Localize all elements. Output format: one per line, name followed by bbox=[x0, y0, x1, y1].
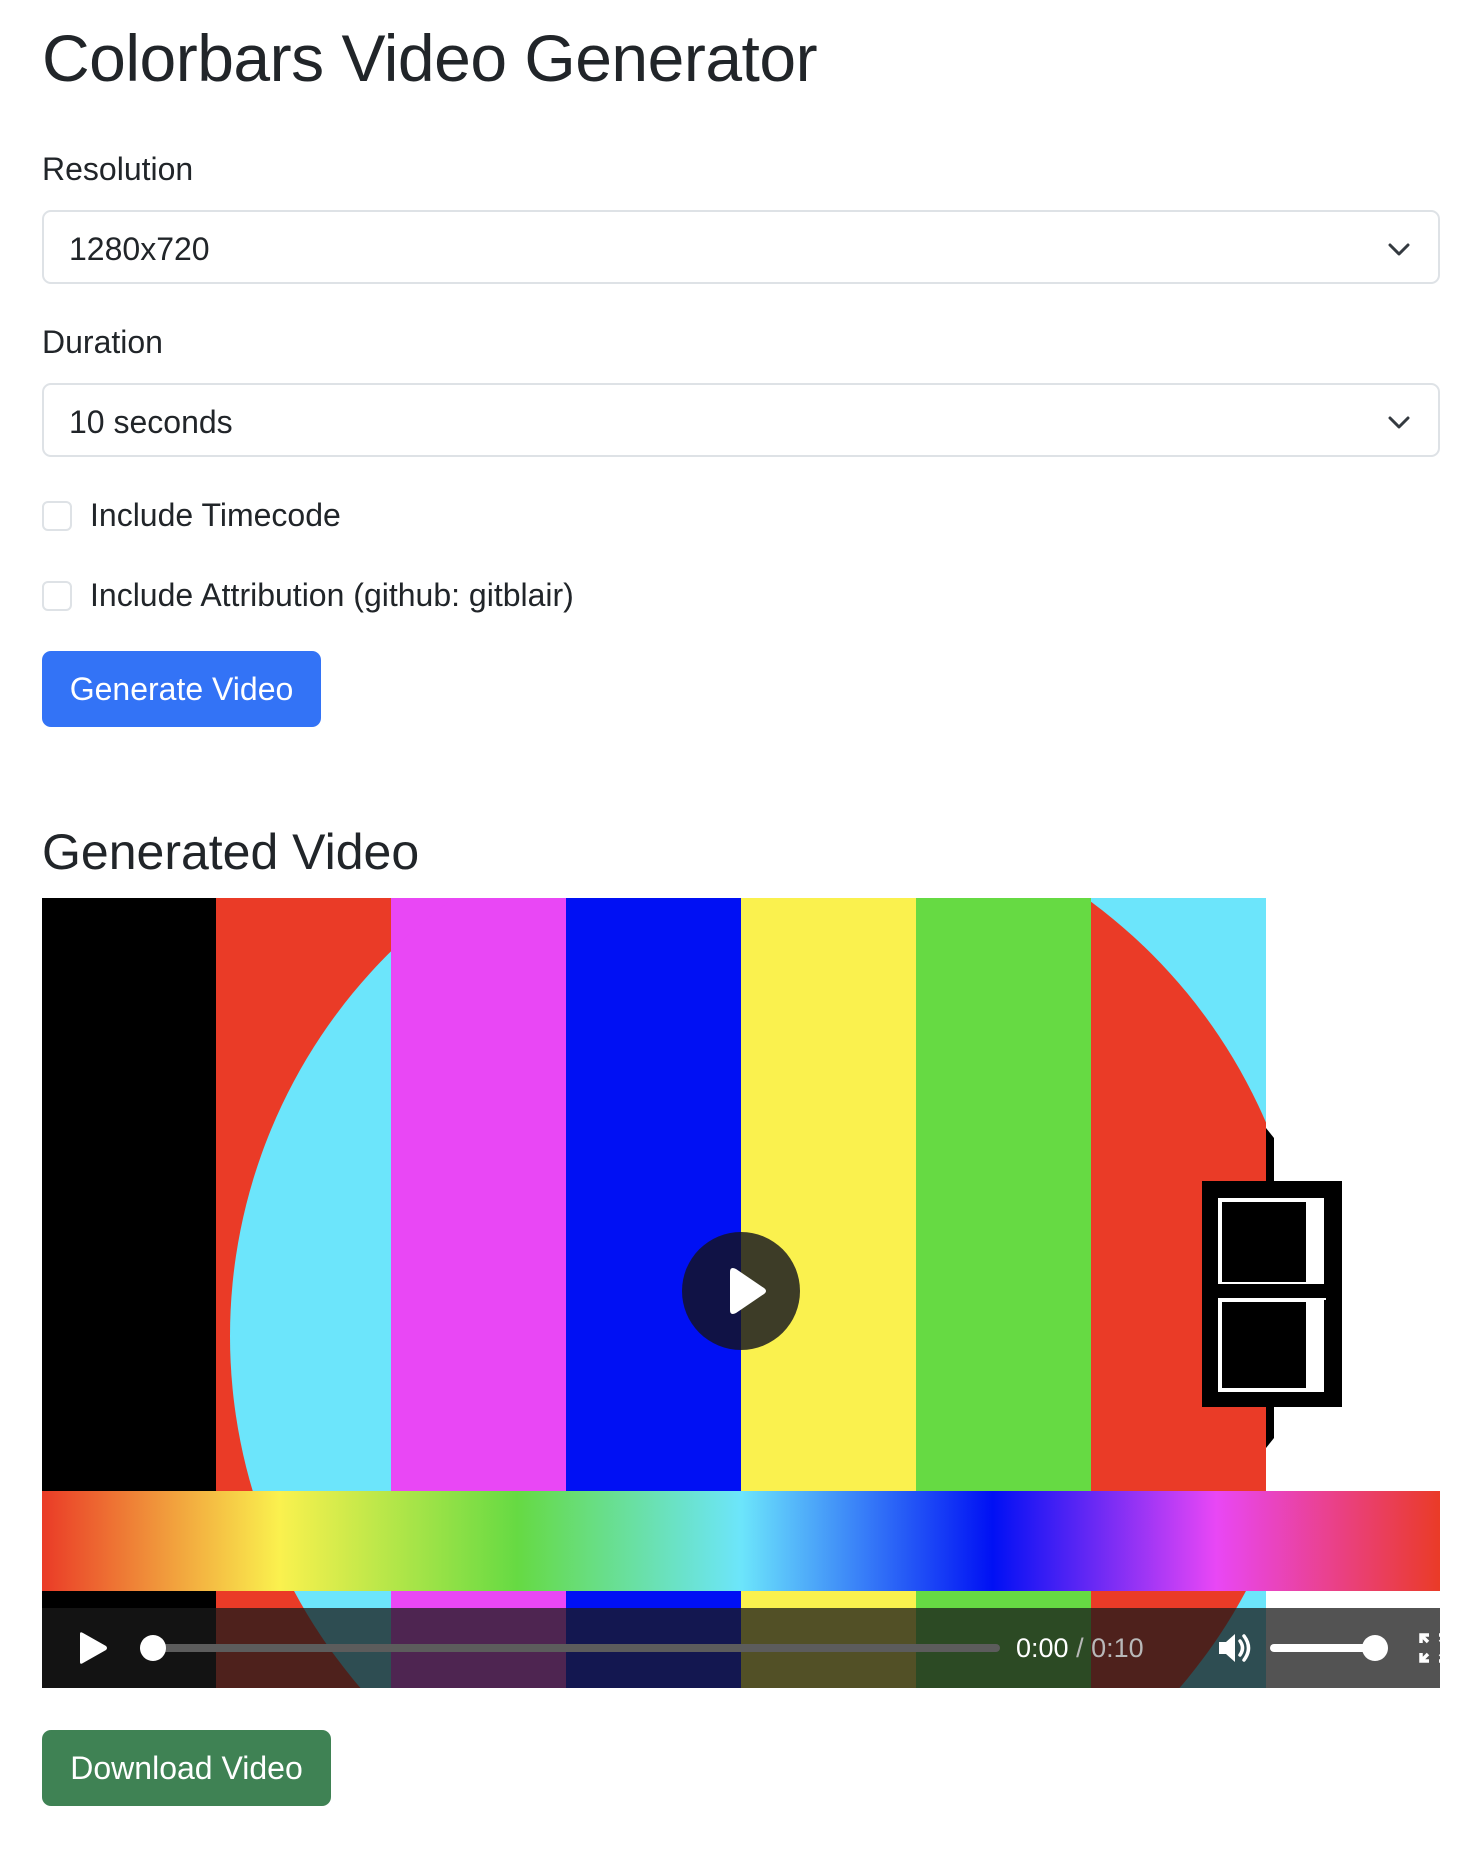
duration-label: Duration bbox=[42, 324, 163, 360]
total-duration: 0:10 bbox=[1091, 1633, 1144, 1663]
page-title: Colorbars Video Generator bbox=[42, 21, 818, 95]
volume-thumb bbox=[1362, 1635, 1388, 1661]
resolution-value: 1280x720 bbox=[69, 231, 210, 267]
chevron-down-icon bbox=[1388, 243, 1410, 256]
time-separator: / bbox=[1076, 1633, 1084, 1663]
generate-video-button[interactable]: Generate Video bbox=[42, 651, 321, 727]
duration-select[interactable]: 10 seconds bbox=[42, 383, 1440, 457]
play-icon bbox=[80, 1632, 107, 1664]
generated-video-heading: Generated Video bbox=[42, 824, 420, 880]
resolution-select[interactable]: 1280x720 bbox=[42, 210, 1440, 284]
timecode-label: Include Timecode bbox=[90, 497, 341, 533]
download-video-button[interactable]: Download Video bbox=[42, 1730, 331, 1806]
current-time: 0:00 bbox=[1016, 1633, 1069, 1663]
play-icon bbox=[730, 1268, 766, 1314]
mute-button[interactable] bbox=[1216, 1630, 1254, 1666]
time-display: 0:00 / 0:10 bbox=[1016, 1628, 1144, 1668]
seek-thumb bbox=[140, 1635, 166, 1661]
timecode-checkbox[interactable] bbox=[42, 501, 72, 531]
video-controls: 0:00 / 0:10 bbox=[42, 1608, 1440, 1688]
fullscreen-button[interactable] bbox=[1418, 1632, 1440, 1664]
attribution-label: Include Attribution (github: gitblair) bbox=[90, 577, 574, 613]
seek-bar[interactable] bbox=[140, 1635, 1042, 1661]
big-play-button[interactable] bbox=[682, 1232, 800, 1350]
chevron-down-icon bbox=[1388, 416, 1410, 429]
fullscreen-icon bbox=[1419, 1633, 1440, 1663]
resolution-label: Resolution bbox=[42, 151, 194, 187]
play-button[interactable] bbox=[76, 1630, 110, 1666]
volume-icon bbox=[1219, 1634, 1251, 1662]
volume-slider[interactable] bbox=[1270, 1635, 1388, 1661]
duration-value: 10 seconds bbox=[69, 404, 233, 440]
video-player[interactable]: 0:00 / 0:10 bbox=[42, 898, 1440, 1688]
attribution-checkbox[interactable] bbox=[42, 581, 72, 611]
